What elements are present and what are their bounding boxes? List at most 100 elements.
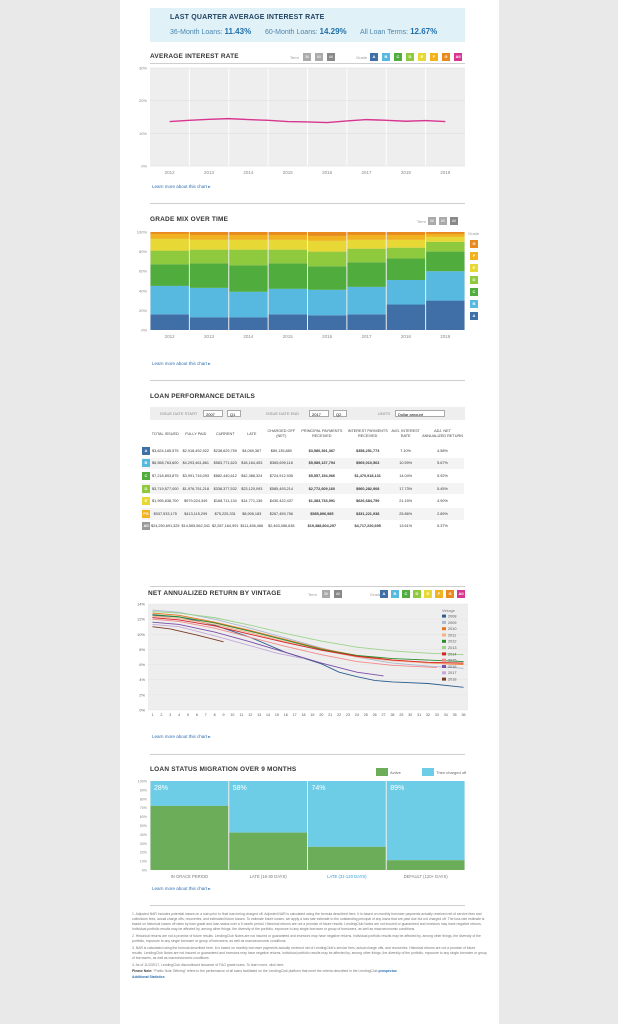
bar-segment-g (347, 232, 386, 235)
grade-cell: C (142, 469, 150, 483)
table-cell: 10.59% (390, 456, 422, 470)
term-36-button[interactable]: 36 (303, 53, 311, 61)
end-quarter-select[interactable]: Q2 (333, 410, 347, 417)
table-cell: 17.73% (390, 481, 422, 495)
grade-a-button[interactable]: A (380, 590, 388, 598)
summary-all-terms: All Loan Terms: 12.67% (360, 27, 438, 36)
grade-e-button[interactable]: E (424, 590, 432, 598)
table-cell: $413,115,299 (180, 506, 212, 521)
learn-more-link-4[interactable]: Learn more about this chart ▸ (152, 886, 211, 892)
bar-segment-a (268, 314, 307, 330)
start-quarter-select[interactable]: Q1 (227, 410, 241, 417)
units-select[interactable]: Dollar amount (395, 410, 445, 417)
additional-stats-link[interactable]: Additional Statistics (132, 975, 165, 979)
x-tick-label: 21 (328, 713, 332, 717)
table-cell: $14,771,136 (239, 494, 265, 508)
grade-badge: E (142, 497, 150, 506)
bar-segment-c (386, 258, 426, 281)
x-tick-label: 4 (178, 713, 180, 717)
table-cell: $1,995,638,700 (150, 494, 181, 508)
bar-segment-e (426, 236, 465, 242)
grade-all-button[interactable]: All (454, 53, 462, 61)
x-tick-label: 2017 (362, 334, 373, 339)
avg-rate-title: AVERAGE INTEREST RATE (150, 53, 239, 60)
column-header: FULLY PAID (185, 431, 207, 436)
y-tick-label: 14% (137, 602, 145, 607)
term-36-button[interactable]: 36 (322, 590, 330, 598)
table-cell: $6,558,763,600 (150, 456, 181, 470)
grade-a-button[interactable]: A (370, 53, 378, 61)
legend-label: 2010 (448, 627, 456, 631)
grade-c-button[interactable]: C (402, 590, 410, 598)
grade-b-button[interactable]: B (382, 53, 390, 61)
x-tick-label: 24 (355, 713, 359, 717)
charged-off-bar (386, 781, 465, 861)
table-cell: $5,557,154,966 (298, 469, 346, 483)
grade-d-button[interactable]: D (413, 590, 421, 598)
grade-badge: B (142, 459, 150, 468)
bar-segment-d (150, 250, 189, 265)
end-year-select[interactable]: 2017 (309, 410, 329, 417)
grade-e-button[interactable]: E (418, 53, 426, 61)
term-all-button[interactable]: All (327, 53, 335, 61)
table-cell: $2,463,086,638 (264, 519, 299, 533)
grade-d-button[interactable]: D (406, 53, 414, 61)
legend-label: 2016 (448, 665, 456, 669)
bar-segment-e (347, 239, 386, 249)
x-tick-label: 28 (390, 713, 394, 717)
x-tick-label: 1 (151, 713, 153, 717)
bar-segment-a (347, 314, 386, 330)
grade-f-button[interactable]: F (435, 590, 443, 598)
y-tick-label: 10% (139, 131, 147, 136)
grade-g-button[interactable]: G (442, 53, 450, 61)
y-tick-label: 10% (137, 632, 145, 637)
term-36-button[interactable]: 36 (428, 217, 436, 225)
table-cell: $960,282,908 (345, 481, 391, 495)
perf-filters: ISSUE DATE START 2007 Q1 ISSUE DATE END … (150, 407, 465, 420)
grade-g-button[interactable]: G (446, 590, 454, 598)
grade-b-button[interactable]: B (391, 590, 399, 598)
term-60-button[interactable]: 60 (439, 217, 447, 225)
learn-more-link-2[interactable]: Learn more about this chart ▸ (152, 361, 211, 367)
table-cell: 4.90% (421, 494, 464, 508)
grade-c-button[interactable]: C (394, 53, 402, 61)
x-tick-label: 23 (346, 713, 350, 717)
grade-cell: E (142, 494, 150, 508)
footnote-4: 4. As of 11/2/2017, LendingClub disconti… (132, 962, 285, 967)
column-header: ADJ. NET ANNUALIZED RETURN (422, 429, 463, 438)
term-all-button[interactable]: All (450, 217, 458, 225)
bar-segment-e (268, 239, 307, 250)
bar-segment-c (347, 262, 386, 287)
term-all-button[interactable]: All (334, 590, 342, 598)
bar-segment-a (386, 304, 426, 330)
x-tick-label: 2015 (283, 170, 294, 175)
table-cell: $1,976,751,218 (180, 481, 212, 495)
perf-header-row: TOTAL ISSUED FULLY PAID CURRENT LATE CHARGED… (142, 424, 464, 445)
y-tick-label: 50% (140, 824, 148, 828)
prospectus-link[interactable]: prospectus (379, 969, 397, 973)
table-cell: $42,388,324 (239, 469, 265, 483)
table-cell: $3,580,391,367 (298, 444, 346, 458)
bar-segment-f (189, 234, 229, 240)
column-header: AVG. INTEREST RATE (391, 429, 420, 438)
bar-segment-c (229, 265, 268, 292)
start-year-select[interactable]: 2007 (203, 410, 223, 417)
learn-more-link-1[interactable]: Learn more about this chart ▸ (152, 184, 211, 190)
bar-segment-b (308, 289, 347, 316)
term-60-button[interactable]: 60 (315, 53, 323, 61)
grade-cell: FG (142, 506, 150, 521)
x-tick-label: 2015 (283, 334, 294, 339)
footnotes: 1. Adjusted NAR includes potential losse… (132, 912, 487, 981)
grade-f-button[interactable]: F (430, 53, 438, 61)
grade-badge: D (142, 484, 150, 493)
bar-segment-d (268, 249, 307, 264)
x-tick-label: IN GRACE PERIOD (171, 874, 208, 879)
bar-segment-e (150, 238, 189, 251)
grade-badge: A (142, 446, 150, 455)
bar-segment-a (308, 315, 347, 330)
grade-all-button[interactable]: All (457, 590, 465, 598)
term-label: Term (290, 55, 299, 60)
learn-more-link-3[interactable]: Learn more about this chart ▸ (152, 734, 211, 740)
x-tick-label: 20 (319, 713, 323, 717)
table-cell: $75,225,331 (211, 506, 240, 521)
